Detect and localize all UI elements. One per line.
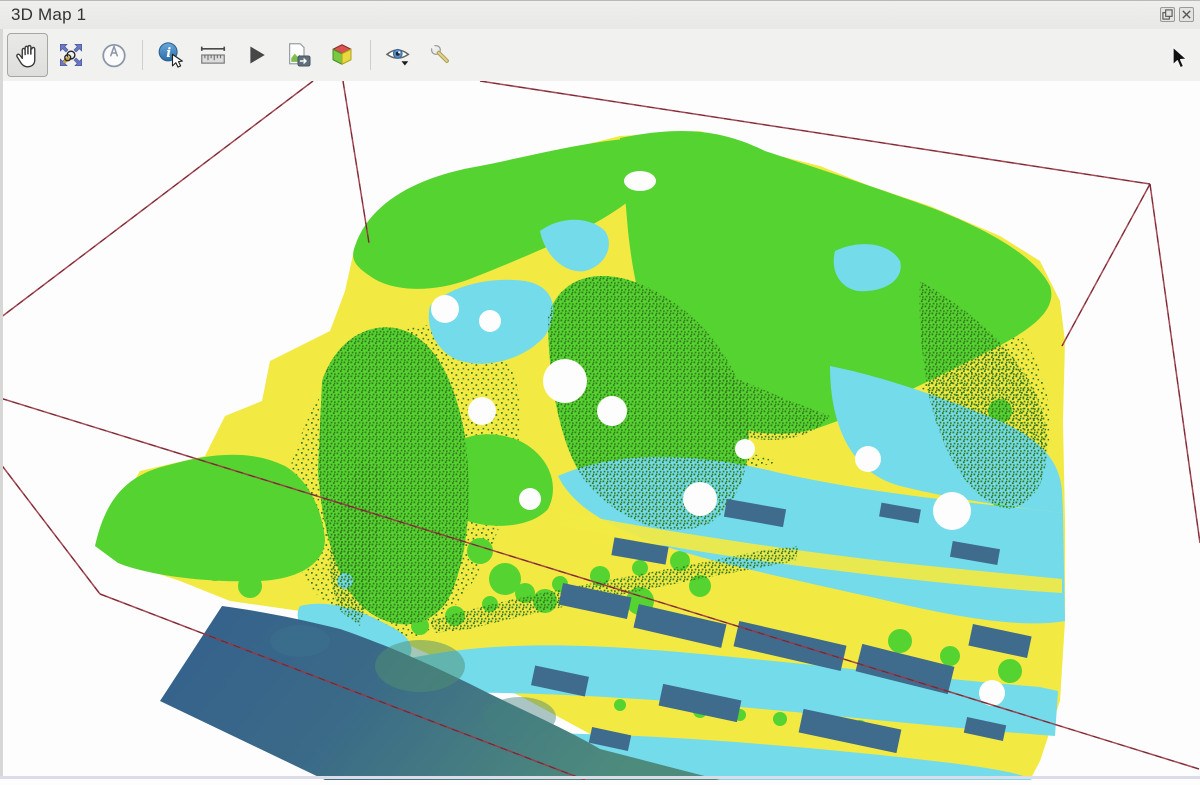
panel-titlebar[interactable]: 3D Map 1 <box>0 1 1200 29</box>
close-window-icon <box>1181 9 1192 20</box>
export-image-icon <box>284 40 314 70</box>
map-3d-scene <box>0 81 1200 780</box>
play-animation-button[interactable] <box>235 33 276 77</box>
export-image-button[interactable] <box>278 33 319 77</box>
measure-line-icon <box>198 40 228 70</box>
cube-3d-axes-button[interactable] <box>321 33 362 77</box>
float-window-icon <box>1162 9 1173 20</box>
eye-effects-button[interactable] <box>377 33 418 77</box>
identify-button[interactable]: i <box>149 33 190 77</box>
play-animation-icon <box>241 40 271 70</box>
cube-3d-axes-icon <box>327 40 357 70</box>
eye-effects-icon <box>383 40 413 70</box>
close-window-button[interactable] <box>1179 7 1194 22</box>
toolbar-separator <box>142 40 143 70</box>
set-view-direction-icon <box>99 40 129 70</box>
pan-camera-icon <box>13 40 43 70</box>
zoom-full-icon <box>56 40 86 70</box>
toolbar-separator <box>370 40 371 70</box>
panel-title: 3D Map 1 <box>0 5 86 25</box>
set-view-direction-button[interactable] <box>93 33 134 77</box>
arrow-pointer-icon <box>1168 46 1190 72</box>
3d-map-panel: 3D Map 1 <box>0 0 1200 779</box>
mouse-cursor <box>1168 46 1190 77</box>
float-window-button[interactable] <box>1160 7 1175 22</box>
pan-camera-button[interactable] <box>7 33 48 77</box>
3d-map-viewport[interactable] <box>0 81 1200 780</box>
zoom-full-button[interactable] <box>50 33 91 77</box>
measure-line-button[interactable] <box>192 33 233 77</box>
identify-icon: i <box>155 40 185 70</box>
configure-wrench-icon <box>426 40 456 70</box>
3d-map-toolbar: i <box>0 29 1200 81</box>
configure-wrench-button[interactable] <box>420 33 461 77</box>
svg-text:i: i <box>166 46 171 61</box>
window-left-edge <box>0 29 3 779</box>
